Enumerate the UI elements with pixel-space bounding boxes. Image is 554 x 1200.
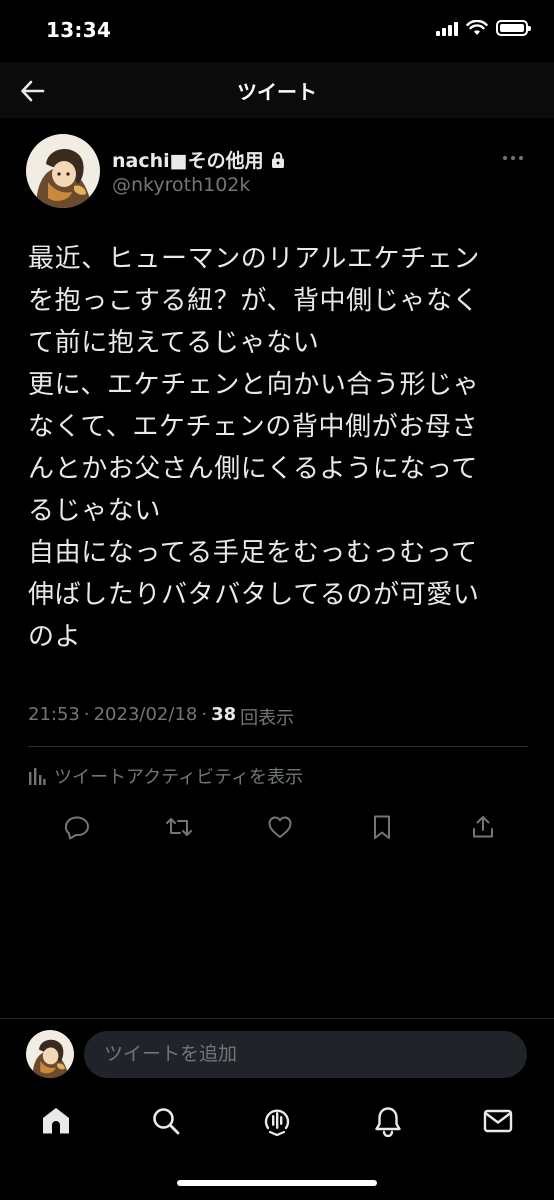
- more-horizontal-icon: [503, 156, 523, 160]
- tweet-author: nachi■その他用 @nkyroth102k: [26, 134, 528, 210]
- tab-messages[interactable]: [481, 1104, 515, 1138]
- retweet-button[interactable]: [162, 810, 196, 844]
- share-icon: [473, 816, 493, 838]
- more-button[interactable]: [498, 148, 528, 168]
- search-icon: [153, 1108, 180, 1135]
- avatar[interactable]: [26, 134, 100, 208]
- wifi-icon: [466, 20, 488, 35]
- heart-icon: [268, 816, 292, 838]
- meta-separator: ·: [83, 704, 90, 725]
- tab-home[interactable]: [39, 1104, 73, 1138]
- avatar-illustration: [26, 1030, 74, 1078]
- home-indicator[interactable]: [177, 1180, 377, 1186]
- tweet-action-bar: [60, 810, 500, 844]
- bell-icon: [375, 1107, 401, 1137]
- views-label: 回表示: [240, 708, 295, 729]
- avatar-illustration: [26, 134, 100, 208]
- retweet-icon: [165, 818, 192, 836]
- tab-notifications[interactable]: [371, 1104, 405, 1138]
- nav-header: ツイート: [0, 62, 554, 118]
- home-icon: [43, 1108, 69, 1134]
- reply-button[interactable]: [60, 810, 94, 844]
- cellular-signal-icon: [436, 20, 458, 36]
- status-icons: [436, 20, 531, 36]
- views-count: 38: [211, 704, 237, 725]
- reply-input[interactable]: [84, 1031, 527, 1078]
- bookmark-icon: [373, 815, 390, 839]
- tweet-text: 最近、ヒューマンのリアルエケチェン を抱っこする紐？が、背中側じゃなく て前に抱…: [28, 244, 480, 652]
- meta-separator: ·: [201, 704, 208, 725]
- status-bar: 13:34: [0, 0, 554, 62]
- divider: [28, 746, 528, 747]
- like-button[interactable]: [263, 810, 297, 844]
- share-button[interactable]: [466, 810, 500, 844]
- spaces-icon: [264, 1109, 290, 1137]
- tab-spaces[interactable]: [260, 1104, 294, 1138]
- battery-icon: [496, 20, 531, 36]
- reply-icon: [64, 816, 89, 840]
- tweet-date: 2023/02/18: [93, 704, 198, 725]
- tweet-activity-link[interactable]: ツイートアクティビティを表示: [28, 763, 303, 789]
- mail-icon: [483, 1109, 513, 1133]
- tab-search[interactable]: [149, 1104, 183, 1138]
- activity-label: ツイートアクティビティを表示: [54, 767, 303, 788]
- avatar[interactable]: [26, 1030, 74, 1078]
- author-handle[interactable]: @nkyroth102k: [112, 174, 250, 196]
- bookmark-button[interactable]: [365, 810, 399, 844]
- display-name-text: nachi■その他用: [112, 150, 264, 172]
- display-name[interactable]: nachi■その他用: [112, 146, 286, 173]
- tweet-time: 21:53: [28, 704, 80, 725]
- page-title: ツイート: [237, 80, 317, 104]
- status-time: 13:34: [46, 18, 112, 42]
- tweet-meta: 21:53 · 2023/02/18 · 38 回表示: [28, 704, 294, 730]
- reply-composer: [0, 1018, 554, 1090]
- bar-chart-icon: [29, 768, 46, 785]
- lock-icon: [271, 151, 284, 168]
